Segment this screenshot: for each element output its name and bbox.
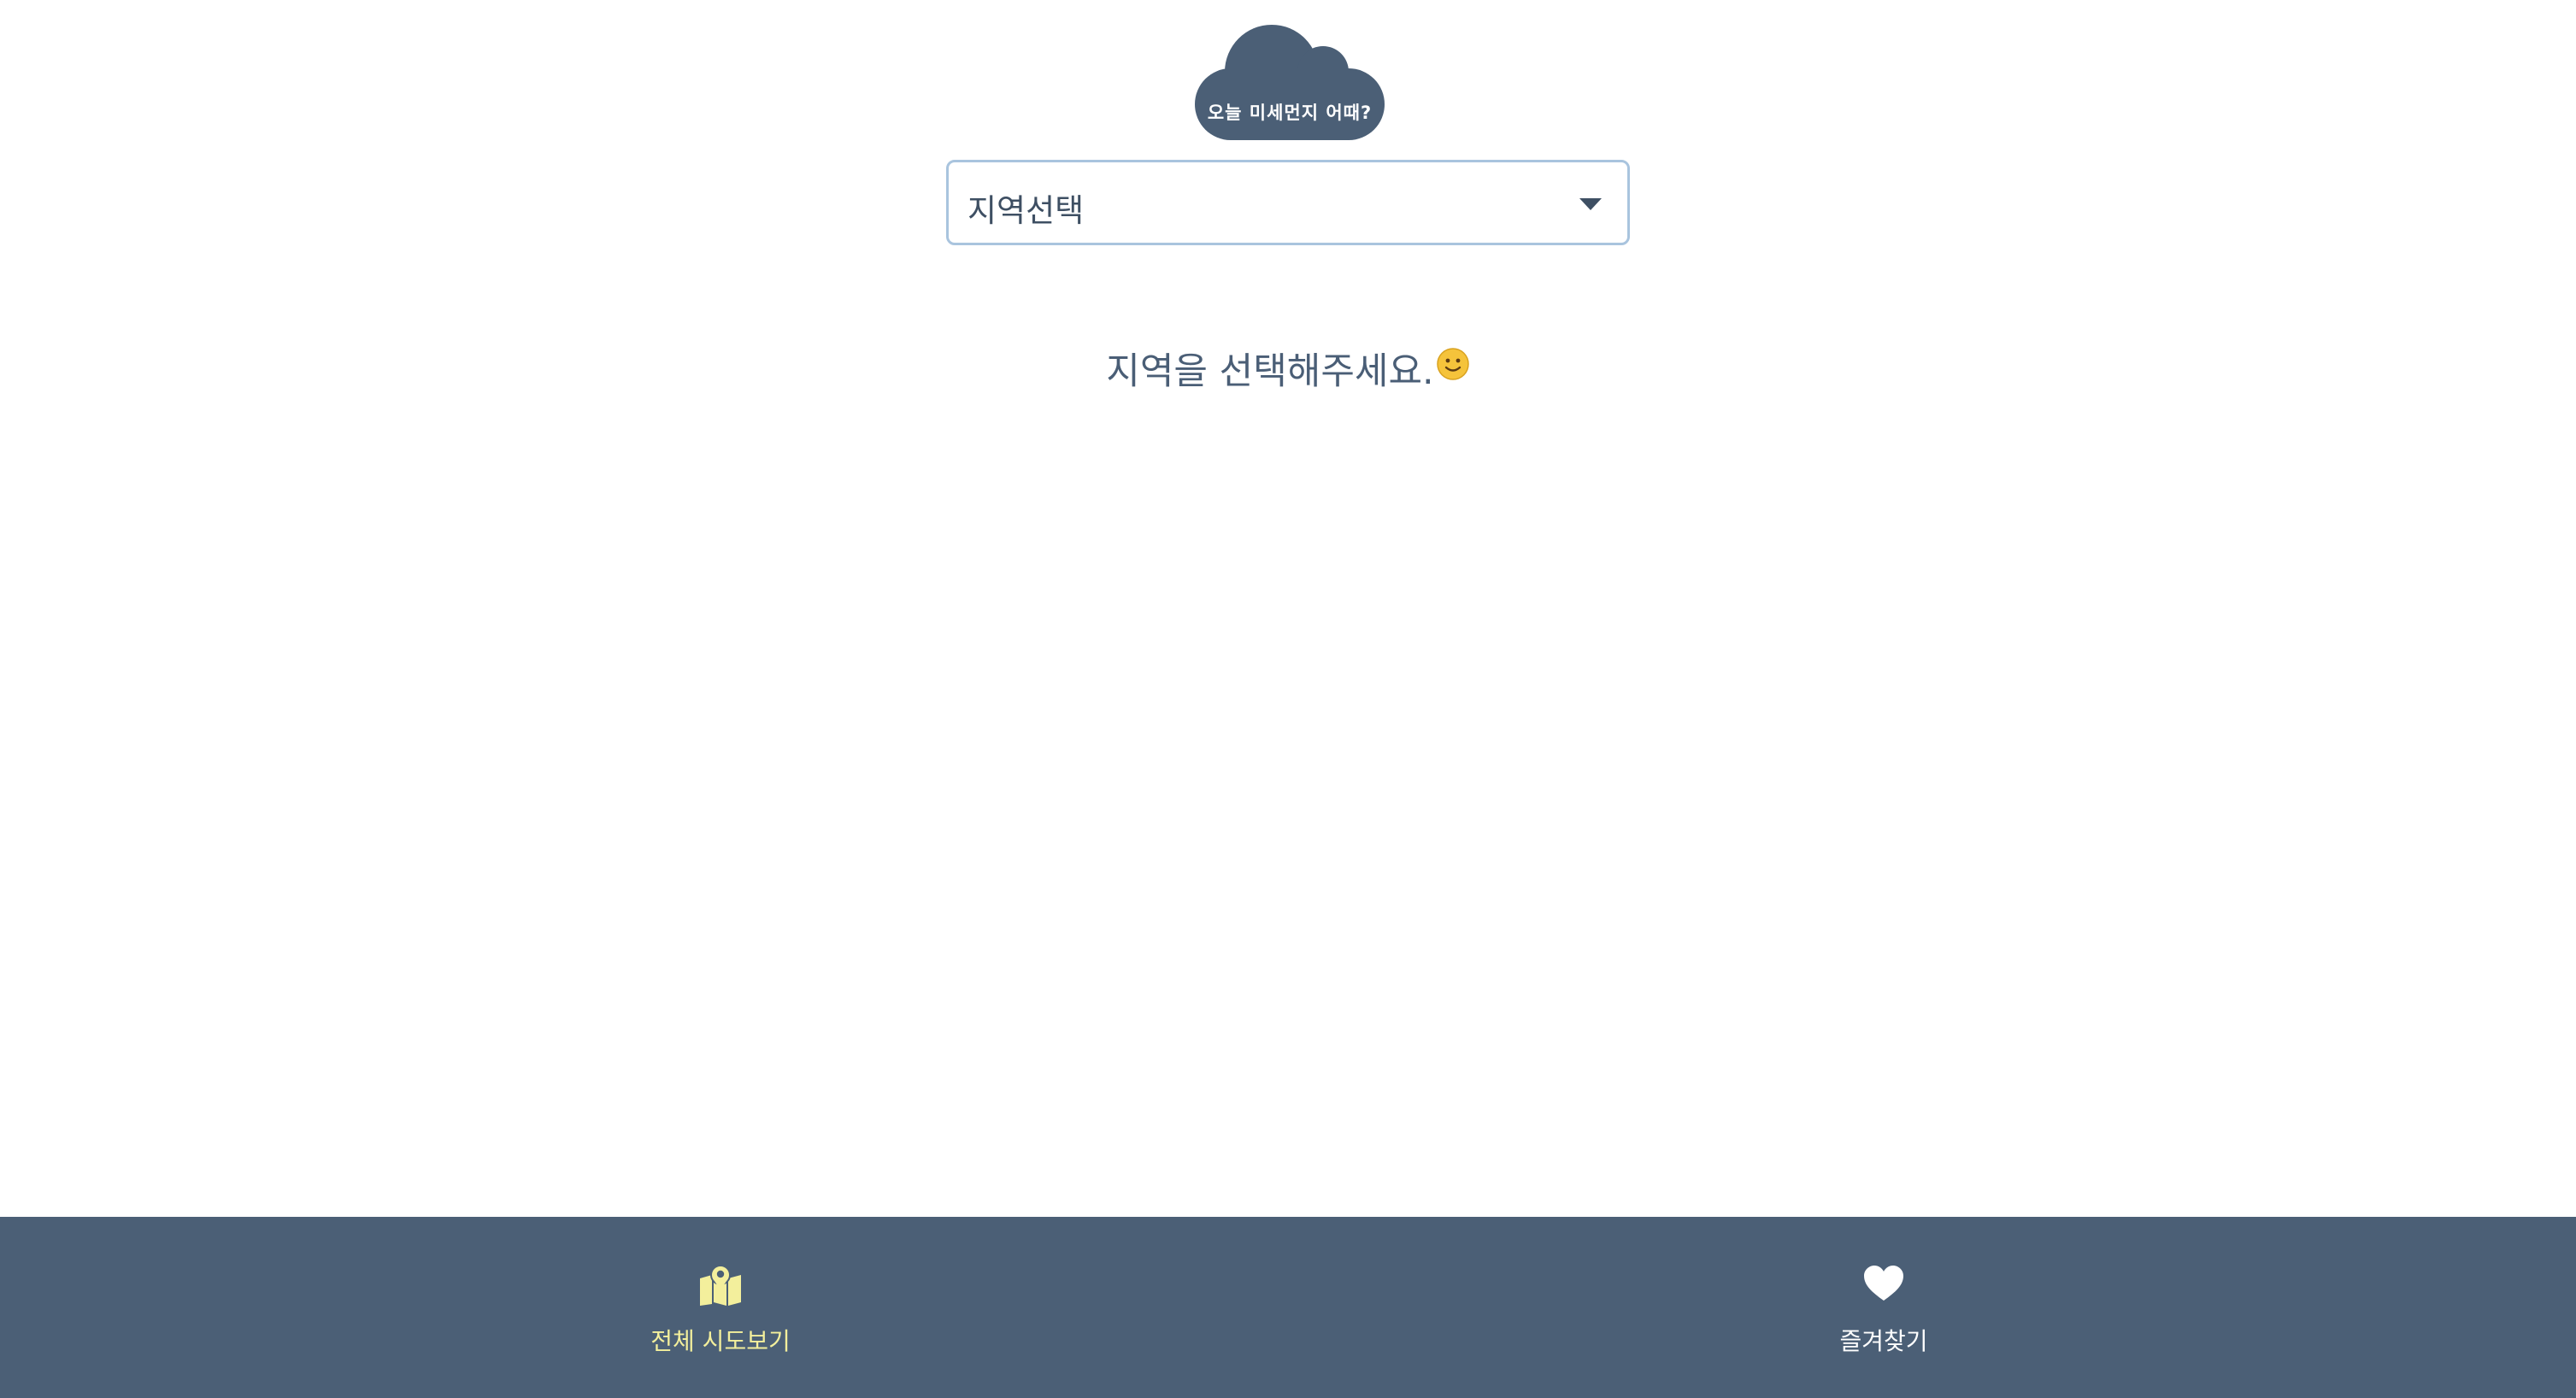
chevron-down-icon: [1579, 198, 1602, 210]
prompt-text: 지역을 선택해주세요.: [1106, 350, 1434, 393]
app-logo: 오늘 미세먼지 어때?: [1195, 21, 1385, 140]
nav-all-regions[interactable]: 전체 시도보기: [550, 1217, 891, 1398]
smiley-icon: [1436, 347, 1470, 391]
nav-favorites-label: 즐겨찾기: [1839, 1327, 1928, 1355]
page: 오늘 미세먼지 어때? 지역선택 지역을 선택해주세요. 전체 시도보기 즐겨찾…: [0, 0, 2576, 1398]
select-region-prompt: 지역을 선택해주세요.: [0, 342, 2576, 396]
logo-text: 오늘 미세먼지 어때?: [1207, 103, 1373, 123]
heart-icon: [1863, 1265, 1904, 1306]
bottom-nav: 전체 시도보기 즐겨찾기: [0, 1217, 2576, 1398]
region-select-value: 지역선택: [967, 192, 1085, 229]
map-pin-icon: [698, 1265, 743, 1309]
region-select[interactable]: 지역선택: [946, 160, 1630, 245]
nav-all-regions-label: 전체 시도보기: [650, 1327, 791, 1355]
nav-favorites[interactable]: 즐겨찾기: [1713, 1217, 2055, 1398]
